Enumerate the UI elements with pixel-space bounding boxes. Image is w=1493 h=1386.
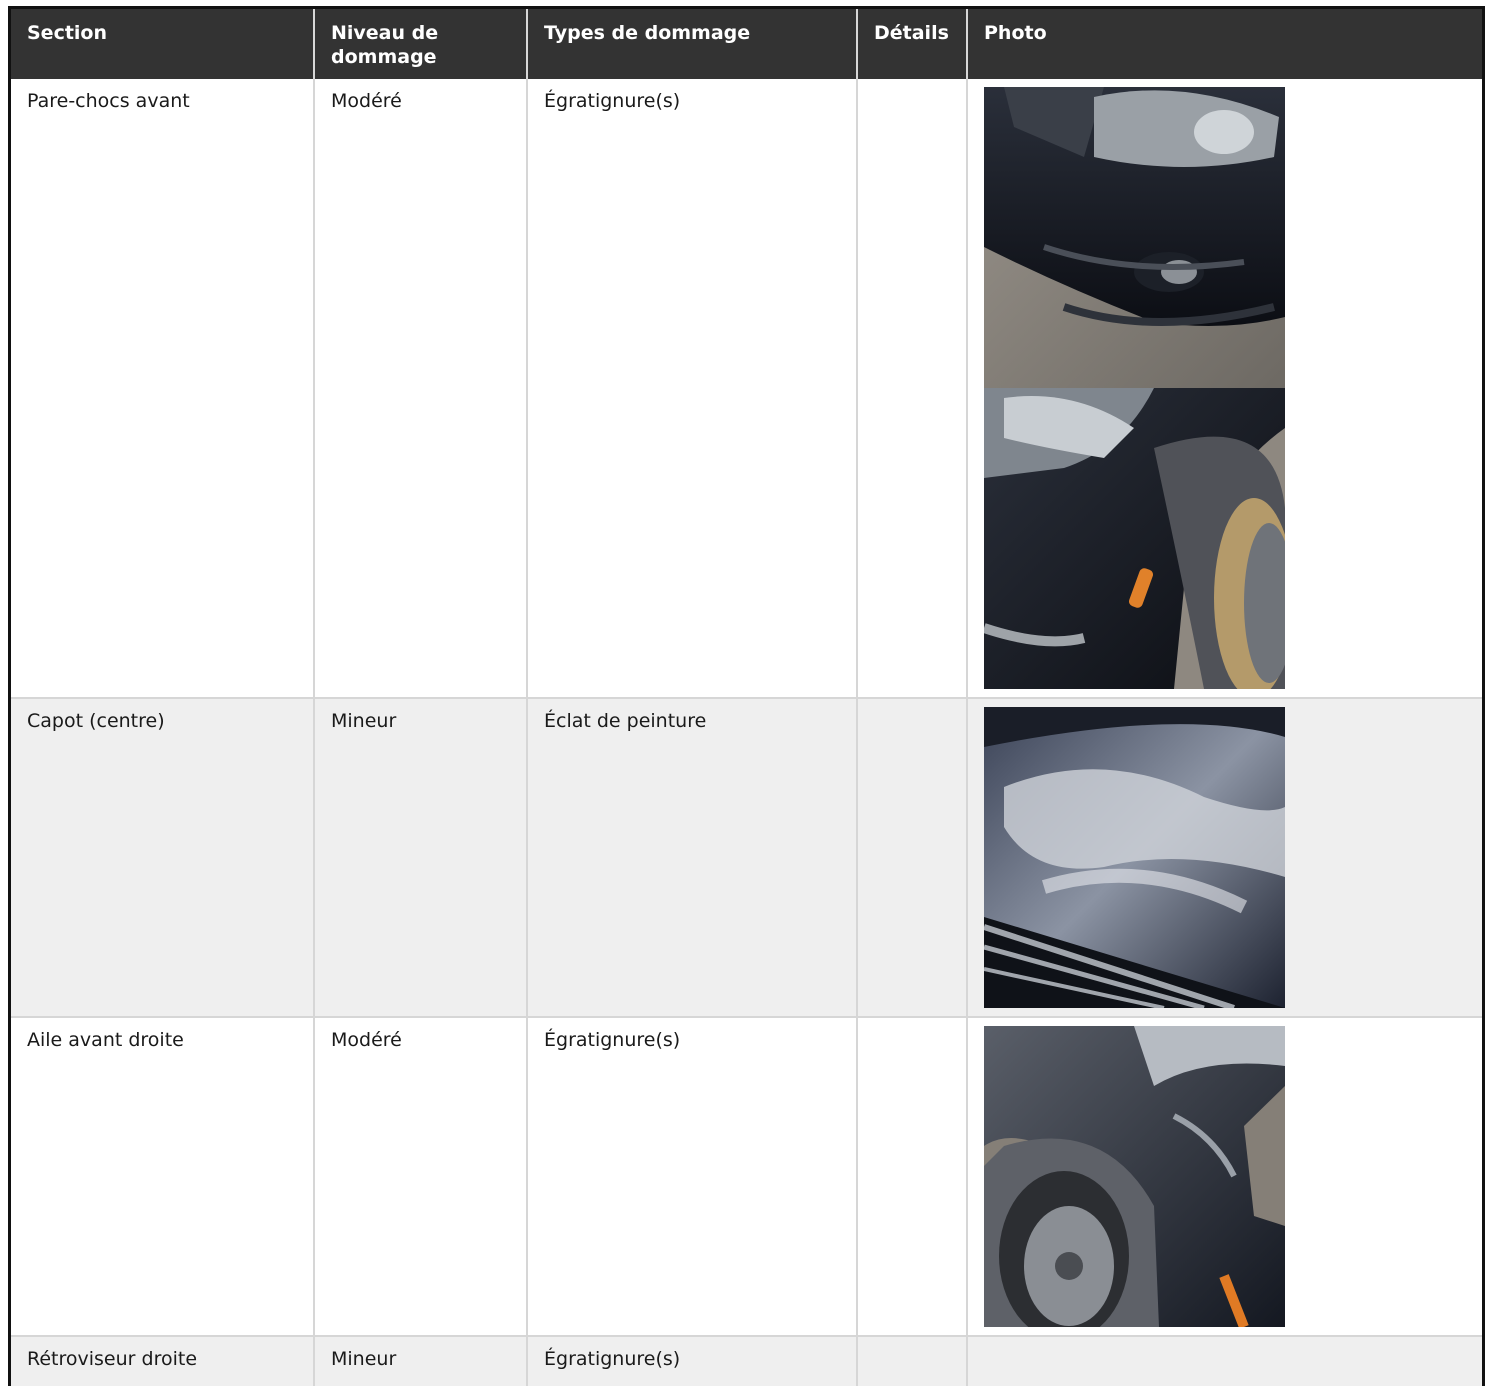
cell-details (857, 1336, 968, 1386)
header-section: Section (11, 9, 315, 79)
cell-details (857, 698, 968, 1018)
cell-niveau: Modéré (314, 79, 528, 699)
table-row: Aile avant droite Modéré Égratignure(s) (11, 1017, 1482, 1337)
hood-center-image (984, 707, 1285, 1008)
cell-photo (967, 698, 1482, 1018)
damage-report-table-container: Section Niveau de dommage Types de domma… (8, 6, 1485, 1386)
cell-types: Éclat de peinture (527, 698, 858, 1018)
table-row: Pare-chocs avant Modéré Égratignure(s) (11, 79, 1482, 699)
front-bumper-left-photo[interactable] (984, 87, 1285, 388)
right-front-fender-photo[interactable] (984, 1026, 1285, 1327)
header-types: Types de dommage (527, 9, 858, 79)
cell-details (857, 79, 968, 699)
cell-section: Rétroviseur droite (11, 1336, 315, 1386)
cell-types: Égratignure(s) (527, 79, 858, 699)
cell-niveau: Mineur (314, 1336, 528, 1386)
front-bumper-right-image (984, 388, 1285, 689)
cell-types: Égratignure(s) (527, 1336, 858, 1386)
table-row: Rétroviseur droite Mineur Égratignure(s) (11, 1336, 1482, 1386)
cell-details (857, 1017, 968, 1337)
cell-types: Égratignure(s) (527, 1017, 858, 1337)
header-niveau: Niveau de dommage (314, 9, 528, 79)
right-front-fender-image (984, 1026, 1285, 1327)
cell-niveau: Modéré (314, 1017, 528, 1337)
header-photo: Photo (967, 9, 1482, 79)
cell-photo (967, 79, 1482, 699)
table-header-row: Section Niveau de dommage Types de domma… (11, 9, 1482, 79)
cell-photo (967, 1017, 1482, 1337)
table-row: Capot (centre) Mineur Éclat de peinture (11, 698, 1482, 1018)
damage-report-table: Section Niveau de dommage Types de domma… (11, 9, 1482, 1386)
hood-center-photo[interactable] (984, 707, 1285, 1008)
front-bumper-left-image (984, 87, 1285, 388)
cell-section: Aile avant droite (11, 1017, 315, 1337)
cell-section: Capot (centre) (11, 698, 315, 1018)
cell-section: Pare-chocs avant (11, 79, 315, 699)
cell-niveau: Mineur (314, 698, 528, 1018)
front-bumper-right-photo[interactable] (984, 388, 1285, 689)
cell-photo (967, 1336, 1482, 1386)
header-details: Détails (857, 9, 968, 79)
